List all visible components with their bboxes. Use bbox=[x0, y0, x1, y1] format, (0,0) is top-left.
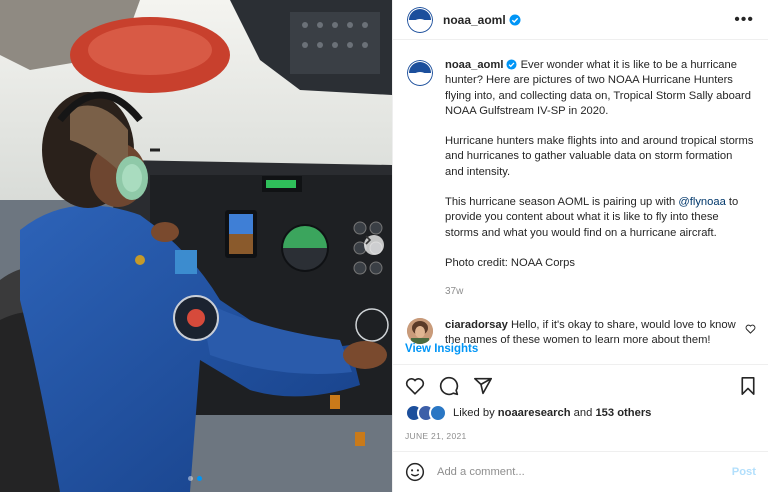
add-comment-input[interactable] bbox=[437, 466, 732, 478]
commenter-avatar[interactable] bbox=[407, 317, 433, 344]
noaa-logo-avatar[interactable] bbox=[407, 6, 433, 33]
liker-avatars bbox=[405, 404, 447, 422]
divider bbox=[393, 451, 768, 452]
add-comment-bar: Post bbox=[405, 461, 756, 483]
caption-username[interactable]: noaa_aoml bbox=[445, 59, 503, 71]
post-sidebar: noaa_aoml ••• noaa_aoml Ever wonder what… bbox=[392, 0, 768, 492]
carousel-dot-active bbox=[197, 476, 202, 481]
comment-bubble-icon[interactable] bbox=[439, 376, 459, 396]
post-comment-button[interactable]: Post bbox=[732, 466, 756, 478]
like-comment-icon[interactable] bbox=[745, 324, 756, 334]
cockpit-photo bbox=[0, 0, 392, 492]
comment-item: ciaradorsay Hello, if it's okay to share… bbox=[393, 300, 768, 349]
noaa-logo-avatar[interactable] bbox=[407, 60, 433, 86]
carousel-dot bbox=[188, 476, 193, 481]
post-actions bbox=[405, 374, 756, 398]
liked-by-prefix: Liked by bbox=[453, 407, 495, 419]
comment-username[interactable]: ciaradorsay bbox=[445, 319, 508, 331]
next-photo-button[interactable] bbox=[364, 235, 384, 255]
emoji-icon[interactable] bbox=[405, 462, 425, 482]
mention-link[interactable]: @flynoaa bbox=[678, 196, 725, 208]
header-username[interactable]: noaa_aoml bbox=[443, 13, 506, 27]
post-header: noaa_aoml ••• bbox=[393, 0, 768, 40]
caption-paragraph: This hurricane season AOML is pairing up… bbox=[445, 195, 754, 241]
share-paper-plane-icon[interactable] bbox=[473, 377, 493, 395]
verified-badge-icon bbox=[509, 14, 521, 25]
verified-badge-icon bbox=[506, 59, 517, 70]
post-date[interactable]: JUNE 21, 2021 bbox=[405, 431, 467, 441]
save-bookmark-icon[interactable] bbox=[740, 377, 756, 395]
likes-summary: Liked by noaaresearch and 153 others bbox=[405, 404, 651, 422]
divider bbox=[393, 364, 768, 365]
instagram-post: noaa_aoml ••• noaa_aoml Ever wonder what… bbox=[0, 0, 768, 492]
liked-by-user[interactable]: noaaresearch bbox=[498, 407, 571, 419]
caption-body: noaa_aoml Ever wonder what it is like to… bbox=[445, 58, 754, 300]
liked-by-others[interactable]: 153 others bbox=[595, 407, 651, 419]
post-caption: noaa_aoml Ever wonder what it is like to… bbox=[393, 40, 768, 300]
liker-avatar[interactable] bbox=[429, 404, 447, 422]
like-heart-icon[interactable] bbox=[405, 377, 425, 395]
caption-timestamp[interactable]: 37w bbox=[445, 284, 754, 299]
carousel-indicator bbox=[188, 476, 202, 481]
liked-by-joiner: and bbox=[573, 407, 593, 419]
comment-body: ciaradorsay Hello, if it's okay to share… bbox=[445, 318, 745, 349]
caption-text-4: Photo credit: NOAA Corps bbox=[445, 256, 575, 269]
post-photo[interactable] bbox=[0, 0, 392, 492]
more-options-button[interactable]: ••• bbox=[734, 11, 754, 27]
caption-text-3a: This hurricane season AOML is pairing up… bbox=[445, 196, 679, 209]
caption-text-2: Hurricane hunters make flights into and … bbox=[445, 135, 754, 178]
view-insights-link[interactable]: View Insights bbox=[405, 343, 478, 355]
caption-paragraph: noaa_aoml Ever wonder what it is like to… bbox=[445, 58, 754, 119]
chevron-right-icon bbox=[365, 235, 372, 245]
